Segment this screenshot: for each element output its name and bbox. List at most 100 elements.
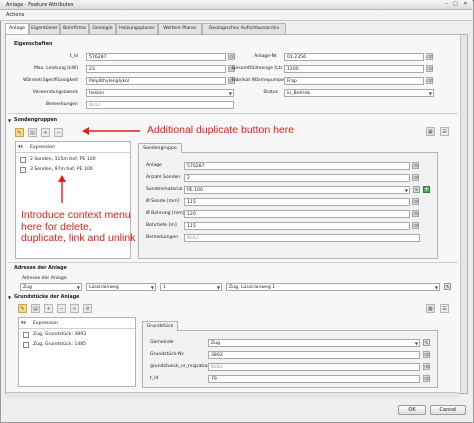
tab-weitere-planer[interactable]: Weitere Planer [158, 23, 202, 34]
list-item[interactable]: 2 Sonden, 115m tief, PE 100 [30, 157, 96, 162]
horizontal-scrollbar[interactable] [6, 392, 458, 398]
clear-icon[interactable]: ⌫ [423, 363, 430, 370]
row-checkbox[interactable] [23, 332, 29, 338]
save-icon[interactable]: ▤ [31, 304, 40, 313]
collapse-icon[interactable]: ▼ [8, 295, 11, 300]
delete-icon[interactable]: − [57, 304, 66, 313]
maximize-icon[interactable]: □ [451, 1, 460, 8]
row-checkbox[interactable] [20, 157, 26, 163]
bemerkungen-label: Bemerkungen [45, 102, 78, 107]
max-leistung-label: Max. Leistung [kW] [33, 66, 78, 71]
row-checkbox[interactable] [23, 342, 29, 348]
material-label: Sondenmaterial [146, 187, 183, 192]
toggle-edit-icon[interactable]: ✎ [18, 304, 27, 313]
collapse-icon[interactable]: ▼ [8, 118, 11, 123]
grundstueck-nr-field[interactable]: 3893 [208, 351, 420, 359]
edit-icon[interactable]: ✎ [413, 186, 420, 193]
bohrung-field[interactable]: 120 [184, 210, 410, 218]
cancel-button[interactable]: Cancel [430, 405, 466, 415]
anzahl-label: Anzahl Sonden [146, 175, 181, 180]
sonde-label: Ø Sonde [mm] [146, 199, 180, 204]
gesamtfuell-field[interactable]: 1200 [284, 65, 424, 73]
clear-icon[interactable]: ⌫ [412, 222, 419, 229]
table-view-icon[interactable]: ☰ [440, 127, 449, 136]
tab-heizungsplaner[interactable]: Heizungsplaner [116, 23, 158, 34]
grundstueck-t-id-label: t_id [150, 376, 159, 381]
grundstueck-nr-label: Grundstück-Nr. [150, 352, 185, 357]
expression-icon[interactable]: ▾ε [18, 144, 23, 150]
vertical-scrollbar[interactable] [460, 35, 467, 393]
edit-icon[interactable]: ✎ [423, 339, 430, 346]
chevron-down-icon: ▼ [76, 285, 80, 290]
anzahl-field[interactable]: 2 [184, 174, 410, 182]
clear-icon[interactable]: ⌫ [426, 65, 433, 72]
ok-button[interactable]: OK [398, 405, 426, 415]
sonde-field[interactable]: 115 [184, 198, 410, 206]
max-leistung-field[interactable]: 23 [86, 65, 226, 73]
status-select[interactable]: in_Betrieb ▼ [284, 89, 434, 97]
anlage-field[interactable]: 576287 [184, 162, 410, 170]
menu-bar: Actions [0, 10, 472, 21]
window-title: Anlage - Feature Attributes [6, 2, 74, 8]
edit-icon[interactable]: ✎ [444, 283, 451, 290]
material-select[interactable]: PE 100 ▼ [184, 186, 410, 194]
tab-geologisches-aufschlussarchiv[interactable]: Geologisches Aufschlussarchiv [202, 23, 286, 34]
save-icon[interactable]: ▤ [28, 128, 37, 137]
strasse-select[interactable]: Lüssirainweg ▼ [86, 283, 156, 291]
chevron-down-icon: ▼ [150, 285, 154, 290]
tab-eigentuemer[interactable]: Eigentümer [29, 23, 60, 34]
list-item[interactable]: Zug, Grundstück: 1485 [33, 342, 86, 347]
expression-icon[interactable]: ▾ε [21, 320, 26, 326]
link-icon[interactable]: ∞ [70, 304, 79, 313]
clear-icon[interactable]: ⌫ [412, 198, 419, 205]
row-checkbox[interactable] [20, 167, 26, 173]
divider [16, 152, 130, 153]
clear-icon[interactable]: ⌫ [423, 375, 430, 382]
tab-bohrfirma[interactable]: Bohrfirma [60, 23, 89, 34]
bohrtiefe-field[interactable]: 115 [184, 222, 410, 230]
tab-geologie[interactable]: Geologie [89, 23, 116, 34]
toggle-edit-icon[interactable]: ✎ [15, 128, 24, 137]
add-child-icon[interactable]: + [41, 128, 50, 137]
table-view-icon[interactable]: ☰ [440, 304, 449, 313]
list-item[interactable]: Zug, Grundstück: 3893 [33, 332, 86, 337]
add-child-icon[interactable]: + [44, 304, 53, 313]
chevron-down-icon: ▼ [228, 91, 232, 96]
section-sondengruppen: Sondengruppen [14, 118, 58, 123]
form-view-icon[interactable]: ▦ [426, 304, 435, 313]
adresse-select[interactable]: Zug, Lüssirainweg 1 ▼ [226, 283, 440, 291]
verwendung-select[interactable]: heizen ▼ [86, 89, 234, 97]
clear-icon[interactable]: ⌫ [228, 53, 235, 60]
migration-field[interactable]: NULL [208, 363, 420, 371]
grundstueck-t-id-field[interactable]: 79 [208, 375, 420, 383]
clear-icon[interactable]: ⌫ [412, 210, 419, 217]
minimize-icon[interactable]: – [442, 1, 451, 8]
anlage-nr-field[interactable]: 01.2356 [284, 53, 424, 61]
gemeinde-select[interactable]: Zug ▼ [208, 339, 420, 347]
clear-icon[interactable]: ⌫ [412, 162, 419, 169]
menu-actions[interactable]: Actions [6, 12, 24, 18]
grundstueck-form-tab[interactable]: Grundstück [142, 321, 178, 331]
ort-select[interactable]: Zug ▼ [20, 283, 82, 291]
clear-icon[interactable]: ⌫ [412, 174, 419, 181]
sondengruppe-form-tab[interactable]: Sondengruppe [138, 143, 182, 153]
fabrikat-field[interactable]: Frap [284, 77, 424, 85]
adresse-value: Zug, Lüssirainweg 1 [229, 285, 276, 290]
chevron-down-icon: ▼ [428, 91, 432, 96]
clear-icon[interactable]: ⌫ [426, 77, 433, 84]
t-id-field[interactable]: 576287 [86, 53, 226, 61]
close-icon[interactable]: ✕ [461, 1, 470, 8]
unlink-icon[interactable]: ⊘ [83, 304, 92, 313]
waermetraeger-field[interactable]: Polyäthylenglykol [86, 77, 226, 85]
bem-field[interactable]: NULL [184, 234, 420, 242]
chevron-down-icon: ▼ [404, 188, 408, 193]
form-view-icon[interactable]: ▦ [426, 127, 435, 136]
nr-select[interactable]: 1 ▼ [160, 283, 222, 291]
clear-icon[interactable]: ⌫ [423, 351, 430, 358]
bemerkungen-field[interactable]: NULL [86, 101, 234, 109]
add-icon[interactable]: + [423, 186, 430, 193]
clear-icon[interactable]: ⌫ [426, 53, 433, 60]
title-bar: Anlage - Feature Attributes – □ ✕ [0, 0, 472, 10]
list-item[interactable]: 3 Sonden, 97m tief, PE 100 [30, 167, 93, 172]
delete-icon[interactable]: − [54, 128, 63, 137]
